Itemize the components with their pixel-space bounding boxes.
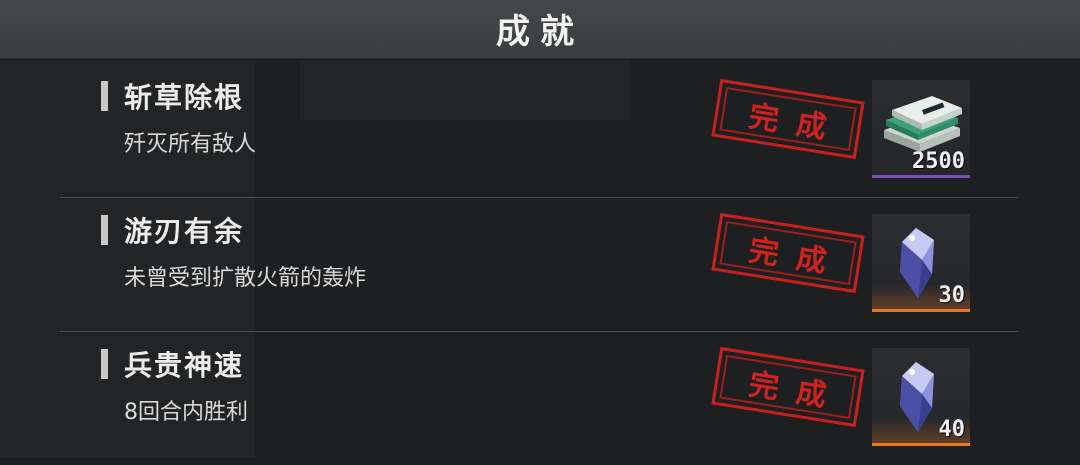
reward-count: 30 [938, 283, 966, 308]
reward-rarity-line [872, 175, 970, 178]
row-marker [101, 349, 108, 379]
achievement-row: 兵贵神速 8回合内胜利 完成 40 [60, 332, 1018, 465]
achievement-title: 斩草除根 [124, 81, 245, 114]
reward-rarity-line [872, 443, 970, 446]
achievement-row: 斩草除根 歼灭所有敌人 完成 2500 [60, 64, 1018, 198]
reward-count: 40 [938, 417, 966, 442]
reward-count: 2500 [912, 149, 965, 174]
row-marker [101, 215, 108, 245]
reward-slot[interactable]: 2500 [872, 80, 970, 178]
complete-stamp: 完成 [711, 346, 865, 428]
page-title: 成就 [496, 12, 584, 52]
reward-slot[interactable]: 40 [872, 348, 970, 446]
achievement-description: 未曾受到扩散火箭的轰炸 [124, 266, 367, 291]
stamp-text: 完成 [746, 99, 847, 149]
row-marker [101, 81, 108, 111]
complete-stamp: 完成 [711, 78, 865, 160]
stamp-text: 完成 [746, 233, 847, 283]
achievement-title: 兵贵神速 [124, 349, 245, 382]
header-bar: 成就 [0, 0, 1080, 59]
achievement-title: 游刃有余 [124, 215, 245, 248]
achievement-row: 游刃有余 未曾受到扩散火箭的轰炸 完成 30 [60, 198, 1018, 332]
achievement-description: 8回合内胜利 [124, 400, 248, 425]
achievement-list: 斩草除根 歼灭所有敌人 完成 2500 游刃有余 未曾受到扩散火箭的轰炸 完成 … [60, 64, 1018, 465]
cash-stack-icon [884, 96, 962, 152]
achievement-description: 歼灭所有敌人 [124, 132, 257, 157]
reward-rarity-line [872, 309, 970, 312]
stamp-text: 完成 [746, 367, 847, 417]
complete-stamp: 完成 [711, 212, 865, 294]
reward-slot[interactable]: 30 [872, 214, 970, 312]
